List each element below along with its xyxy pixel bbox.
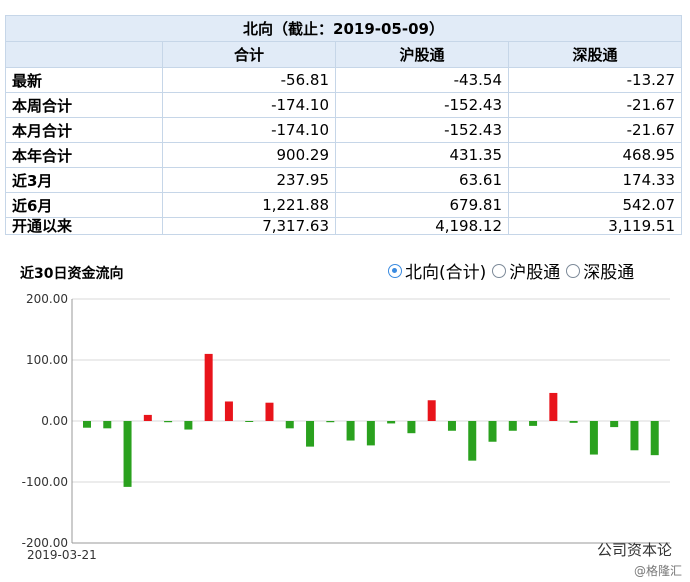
flow-bar — [164, 421, 173, 423]
row-label: 近6月 — [5, 192, 163, 218]
cell-shanghai: 679.81 — [335, 192, 509, 218]
table-row: 最新 -56.81 -43.54 -13.27 — [5, 67, 682, 93]
flow-bar — [508, 421, 517, 431]
y-tick-label: -100.00 — [22, 475, 68, 489]
flow-bar — [387, 421, 396, 424]
cell-shanghai: -152.43 — [335, 117, 509, 143]
cell-shenzhen: 174.33 — [508, 167, 682, 193]
flow-bar — [204, 353, 213, 421]
row-label: 本年合计 — [5, 142, 163, 168]
header-blank — [5, 41, 163, 68]
flow-bar — [143, 414, 152, 421]
table-row: 近3月 237.95 63.61 174.33 — [5, 167, 682, 193]
flow-bar — [346, 421, 355, 441]
flow-bar — [366, 421, 375, 446]
y-tick-label: 0.00 — [41, 414, 68, 428]
table-row: 近6月 1,221.88 679.81 542.07 — [5, 192, 682, 218]
cell-total: -174.10 — [162, 117, 336, 143]
row-label: 最新 — [5, 67, 163, 93]
cell-shenzhen: 468.95 — [508, 142, 682, 168]
cell-shenzhen: -13.27 — [508, 67, 682, 93]
row-label: 开通以来 — [5, 217, 163, 235]
cell-total: -56.81 — [162, 67, 336, 93]
cell-shanghai: 63.61 — [335, 167, 509, 193]
cell-total: 7,317.63 — [162, 217, 336, 235]
table-row: 本月合计 -174.10 -152.43 -21.67 — [5, 117, 682, 143]
table-title: 北向（截止：2019-05-09） — [5, 15, 682, 42]
flow-bar — [306, 421, 315, 447]
bar-plot: 200.00100.000.00-100.00-200.002019-03-21 — [22, 292, 670, 562]
cell-total: 1,221.88 — [162, 192, 336, 218]
flow-bar — [549, 392, 558, 421]
flow-bar — [326, 421, 335, 423]
flow-bar — [123, 421, 132, 487]
summary-table: 北向（截止：2019-05-09） 合计 沪股通 深股通 最新 -56.81 -… — [5, 15, 682, 235]
flow-bar — [265, 402, 274, 421]
flow-bar — [650, 421, 659, 456]
watermark-brand: 公司资本论 — [596, 541, 672, 559]
table-row: 开通以来 7,317.63 4,198.12 3,119.51 — [5, 217, 682, 235]
flow-bar — [610, 421, 619, 428]
row-label: 本月合计 — [5, 117, 163, 143]
flow-bar — [245, 421, 254, 422]
flow-bar — [407, 421, 416, 434]
cell-shanghai: 4,198.12 — [335, 217, 509, 235]
cell-shanghai: 431.35 — [335, 142, 509, 168]
row-label: 本周合计 — [5, 92, 163, 118]
northbound-summary-table: 北向（截止：2019-05-09） 合计 沪股通 深股通 最新 -56.81 -… — [5, 15, 682, 242]
flow-bar — [83, 421, 91, 428]
flow-bar — [529, 421, 538, 426]
y-tick-label: 200.00 — [26, 292, 68, 306]
y-tick-label: 100.00 — [26, 353, 68, 367]
flow-bar — [569, 421, 578, 423]
header-shenzhen-connect: 深股通 — [508, 41, 682, 68]
cell-shanghai: -152.43 — [335, 92, 509, 118]
flow-bar — [184, 421, 193, 430]
fund-flow-chart: 近30日资金流向 北向(合计) 沪股通 深股通 200.00 100.00 0.00… — [0, 242, 690, 582]
cell-shenzhen: -21.67 — [508, 92, 682, 118]
table-row: 本周合计 -174.10 -152.43 -21.67 — [5, 92, 682, 118]
table-header-row: 合计 沪股通 深股通 — [5, 41, 682, 68]
flow-bar — [285, 421, 294, 429]
cell-total: 900.29 — [162, 142, 336, 168]
flow-bar — [488, 421, 497, 442]
x-tick-label: 2019-03-21 — [27, 548, 97, 562]
flow-bar — [427, 400, 436, 421]
header-total: 合计 — [162, 41, 336, 68]
table-row: 本年合计 900.29 431.35 468.95 — [5, 142, 682, 168]
flow-bar — [589, 421, 598, 455]
cell-total: -174.10 — [162, 92, 336, 118]
row-label: 近3月 — [5, 167, 163, 193]
cell-shanghai: -43.54 — [335, 67, 509, 93]
flow-bar — [468, 421, 477, 461]
header-shanghai-connect: 沪股通 — [335, 41, 509, 68]
watermark-source: @格隆汇 — [633, 564, 682, 578]
table-title-row: 北向（截止：2019-05-09） — [5, 15, 682, 42]
flow-bar — [447, 421, 456, 431]
cell-shenzhen: 3,119.51 — [508, 217, 682, 235]
flow-bar — [103, 421, 112, 429]
cell-shenzhen: 542.07 — [508, 192, 682, 218]
cell-total: 237.95 — [162, 167, 336, 193]
flow-bar — [224, 401, 233, 421]
cell-shenzhen: -21.67 — [508, 117, 682, 143]
flow-bar — [630, 421, 639, 451]
